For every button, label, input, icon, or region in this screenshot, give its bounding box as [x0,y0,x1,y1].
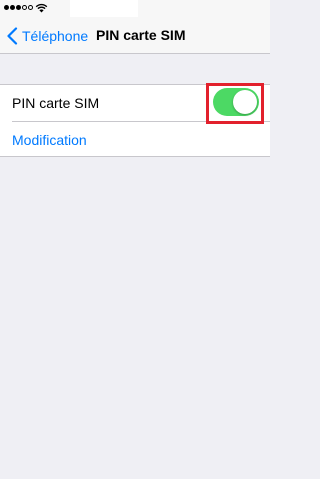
modification-label: Modification [12,132,87,148]
page-title: PIN carte SIM [96,27,186,43]
navigation-bar: Téléphone PIN carte SIM [0,17,270,54]
wifi-icon [35,3,48,13]
modification-row[interactable]: Modification [0,122,270,156]
toggle-knob [233,90,257,114]
redacted-area [70,0,138,17]
pin-sim-label: PIN carte SIM [12,95,100,111]
back-button-label: Téléphone [22,28,89,44]
signal-dots-icon [4,5,33,10]
pin-sim-toggle[interactable] [213,88,259,116]
back-button[interactable]: Téléphone [6,26,88,46]
status-bar [0,0,270,17]
chevron-left-icon [7,27,18,45]
